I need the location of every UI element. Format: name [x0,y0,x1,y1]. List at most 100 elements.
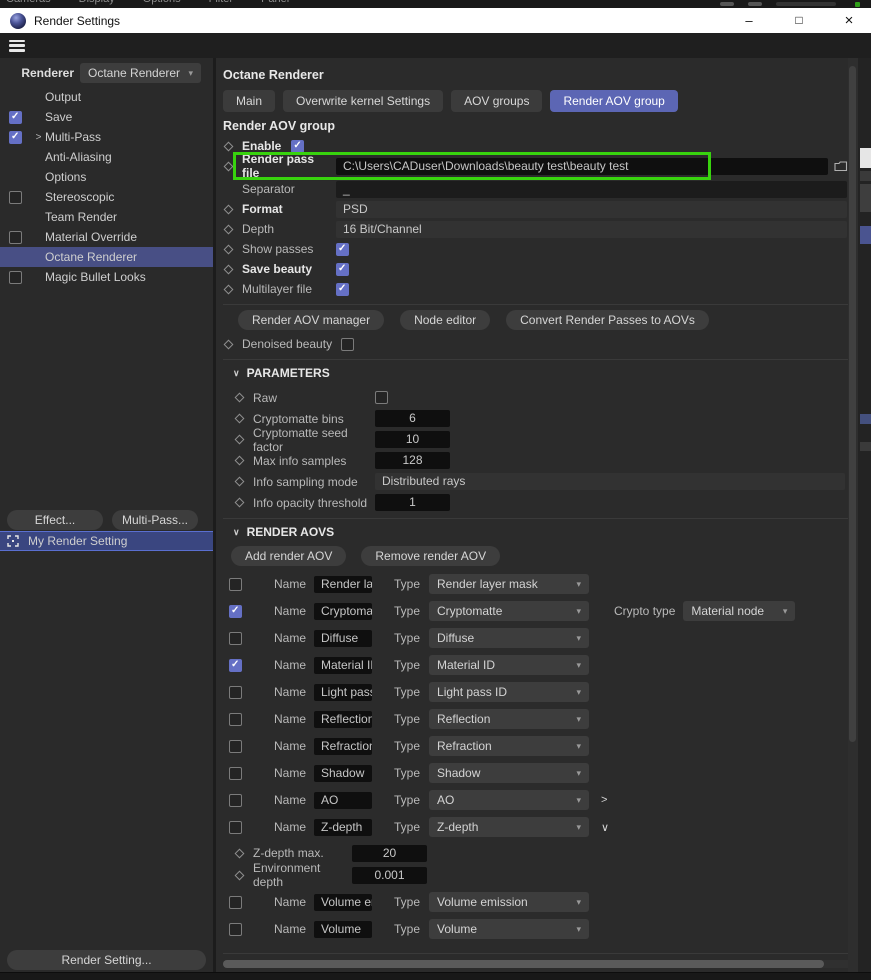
aov-name-input[interactable]: Refraction [314,737,372,755]
tab-aov-groups[interactable]: AOV groups [451,90,543,112]
sidebar-item-magic-bullet-looks[interactable]: Magic Bullet Looks [0,267,213,287]
renderer-dropdown[interactable]: Octane Renderer ▾ [80,63,201,83]
parameters-section-header[interactable]: ∨ PARAMETERS [233,365,848,381]
aov-type-dropdown[interactable]: Material ID ▾ [429,655,590,675]
aov-checkbox[interactable] [229,604,242,618]
sidebar-item-output[interactable]: Output [0,87,213,107]
cryptomatte-bins-input[interactable]: 6 [375,410,450,427]
aov-type-dropdown[interactable]: Light pass ID ▾ [429,682,590,702]
aov-name-input[interactable]: Light pass ID [314,683,372,701]
my-render-setting-item[interactable]: My Render Setting [0,531,213,551]
render-setting-button[interactable]: Render Setting... [7,950,206,970]
multi-pass-button[interactable]: Multi-Pass... [112,510,198,530]
effect-button[interactable]: Effect... [7,510,103,530]
aov-checkbox[interactable] [229,793,242,807]
info-opacity-threshold-input[interactable]: 1 [375,494,450,511]
aov-type-dropdown[interactable]: AO ▾ [429,790,590,810]
aov-name-input[interactable]: Reflection [314,710,372,728]
multi-pass-checkbox[interactable] [9,130,22,144]
separator-input[interactable]: _ [336,180,847,198]
vertical-scrollbar-thumb[interactable] [849,66,856,742]
aov-checkbox[interactable] [229,658,242,672]
render-aovs-section-header[interactable]: ∨ RENDER AOVS [233,524,848,540]
sidebar-item-octane-renderer[interactable]: Octane Renderer [0,247,213,267]
aov-type-dropdown[interactable]: Volume ▾ [429,919,590,939]
magic-bullet-looks-checkbox[interactable] [9,270,22,284]
stereoscopic-checkbox[interactable] [9,190,22,204]
aov-checkbox[interactable] [229,895,242,909]
node-editor-button[interactable]: Node editor [400,310,491,330]
aov-name-input[interactable]: Volume [314,920,372,938]
max-info-samples-input[interactable]: 128 [375,452,450,469]
aov-checkbox[interactable] [229,712,242,726]
sidebar-item-stereoscopic[interactable]: Stereoscopic [0,187,213,207]
aov-type-dropdown[interactable]: Cryptomatte ▾ [429,601,590,621]
sidebar-item-anti-aliasing[interactable]: Anti-Aliasing [0,147,213,167]
enable-checkbox[interactable] [291,139,305,153]
aov-checkbox[interactable] [229,766,242,780]
hamburger-menu-icon[interactable] [9,39,25,52]
aov-checkbox[interactable] [229,739,242,753]
aov-checkbox[interactable] [229,820,242,834]
vertical-scrollbar[interactable] [848,58,858,972]
horizontal-scrollbar-thumb[interactable] [223,960,824,968]
denoised-beauty-checkbox[interactable] [341,337,355,351]
chevron-down-icon: ▾ [576,896,582,907]
aov-type-dropdown[interactable]: Refraction ▾ [429,736,590,756]
render-pass-file-input[interactable]: C:\Users\CADuser\Downloads\beauty test\b… [336,157,828,175]
aov-name-input[interactable]: Z-depth [314,818,372,836]
save-beauty-checkbox[interactable] [336,262,349,276]
cryptomatte-seed-factor-input[interactable]: 10 [375,431,450,448]
aov-checkbox[interactable] [229,631,242,645]
collapse-caret-icon[interactable]: ∨ [233,368,240,379]
horizontal-scrollbar[interactable] [223,960,848,968]
aov-type-dropdown[interactable]: Z-depth ▾ [429,817,590,837]
tab-main[interactable]: Main [223,90,276,112]
close-button[interactable]: × [841,8,857,33]
aov-name-input[interactable]: Shadow [314,764,372,782]
environment-depth-input[interactable]: 0.001 [352,866,427,884]
scroll-right-arrow-icon[interactable]: > [601,794,607,806]
crypto-type-dropdown[interactable]: Material node ▾ [683,601,796,621]
aov-type-dropdown[interactable]: Volume emission ▾ [429,892,590,912]
depth-dropdown[interactable]: 16 Bit/Channel [336,220,847,238]
info-sampling-mode-dropdown[interactable]: Distributed rays [375,473,845,490]
aov-checkbox[interactable] [229,577,242,591]
sidebar-item-options[interactable]: Options [0,167,213,187]
scroll-down-arrow-icon[interactable]: ∨ [601,821,609,834]
aov-checkbox[interactable] [229,685,242,699]
aov-name-input[interactable]: Material ID [314,656,372,674]
sidebar-item-material-override[interactable]: Material Override [0,227,213,247]
add-render-aov-button[interactable]: Add render AOV [231,546,347,566]
aov-type-dropdown[interactable]: Render layer mask ▾ [429,574,590,594]
aov-name-input[interactable]: Render layer mask [314,575,372,593]
aov-name-input[interactable]: Diffuse [314,629,372,647]
sidebar-item-team-render[interactable]: Team Render [0,207,213,227]
maximize-button[interactable]: □ [791,8,807,33]
multilayer-file-checkbox[interactable] [336,282,349,296]
collapse-caret-icon[interactable]: ∨ [233,527,240,538]
remove-render-aov-button[interactable]: Remove render AOV [361,546,501,566]
render-aov-manager-button[interactable]: Render AOV manager [238,310,385,330]
convert-render-passes-button[interactable]: Convert Render Passes to AOVs [506,310,709,330]
sidebar-item-save[interactable]: Save [0,107,213,127]
aov-name-input[interactable]: Cryptomatte [314,602,372,620]
aov-checkbox[interactable] [229,922,242,936]
aov-type-dropdown[interactable]: Reflection ▾ [429,709,590,729]
aov-type-dropdown[interactable]: Diffuse ▾ [429,628,590,648]
tab-render-aov-group[interactable]: Render AOV group [550,90,678,112]
tab-overwrite-kernel-settings[interactable]: Overwrite kernel Settings [283,90,444,112]
aov-name-input[interactable]: AO [314,791,372,809]
show-passes-checkbox[interactable] [336,242,349,256]
minimize-button[interactable]: – [741,8,757,33]
expander-arrow-icon[interactable]: > [32,132,45,143]
raw-checkbox[interactable] [375,391,388,404]
save-checkbox[interactable] [9,110,22,124]
browse-folder-button[interactable] [834,160,848,172]
material-override-checkbox[interactable] [9,230,22,244]
z-depth-max-input[interactable]: 20 [352,844,427,862]
sidebar-item-multi-pass[interactable]: > Multi-Pass [0,127,213,147]
aov-type-dropdown[interactable]: Shadow ▾ [429,763,590,783]
aov-name-input[interactable]: Volume emission [314,893,372,911]
format-dropdown[interactable]: PSD [336,200,847,218]
